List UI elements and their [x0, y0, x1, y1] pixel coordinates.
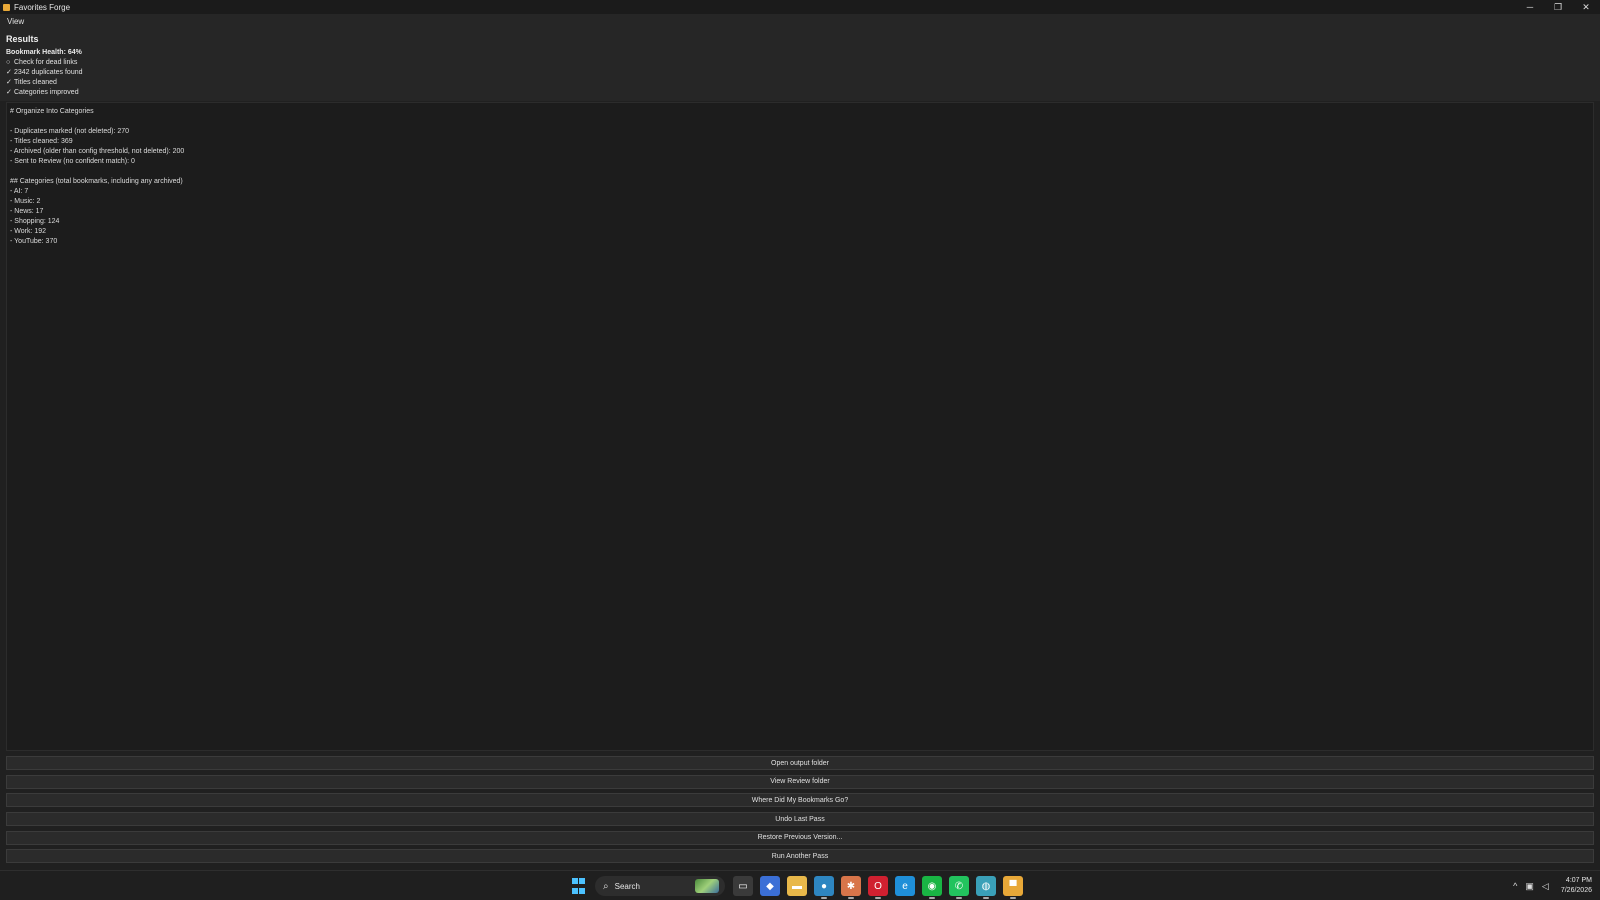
- report-line: - Music: 2: [10, 198, 41, 205]
- check-label: Titles cleaned: [14, 79, 57, 86]
- network-icon[interactable]: ▣: [1525, 881, 1534, 892]
- search-placeholder: Search: [614, 881, 640, 891]
- system-tray: ^ ▣ ◁ 4:07 PM 7/26/2026: [1513, 875, 1592, 897]
- results-summary: Results Bookmark Health: 64% ○ Check for…: [0, 28, 1600, 101]
- volume-icon[interactable]: ◁: [1542, 881, 1549, 892]
- title-bar: Favorites Forge ─ ❐ ✕: [0, 0, 1600, 14]
- window-controls: ─ ❐ ✕: [1516, 0, 1600, 14]
- report-line: - Archived (older than config threshold,…: [10, 148, 185, 155]
- close-button[interactable]: ✕: [1572, 0, 1600, 14]
- notes-app-icon[interactable]: ◆: [760, 876, 780, 896]
- search-icon: ⌕: [603, 880, 609, 892]
- bookmark-health: Bookmark Health: 64%: [6, 49, 82, 56]
- where-did-my-bookmarks-go-button[interactable]: Where Did My Bookmarks Go?: [6, 793, 1594, 808]
- search-highlight-image: [695, 879, 719, 893]
- circle-icon: ○: [6, 59, 11, 66]
- action-buttons: Open output folder View Review folder Wh…: [6, 756, 1594, 868]
- favorites-forge-taskbar-icon[interactable]: ▀: [1003, 876, 1023, 899]
- window-title: Favorites Forge: [14, 2, 71, 12]
- check-item: ✓ Titles cleaned: [6, 78, 1594, 88]
- report-line: - Sent to Review (no confident match): 0: [10, 158, 135, 165]
- menu-bar: View: [0, 14, 1600, 28]
- taskbar: ⌕ Search ▭ ◆ ▬ ● ✱ Oe ◉ ✆ ◍ ▀ ^ ▣ ◁ 4:07 PM 7/26/…: [0, 870, 1600, 900]
- clock[interactable]: 4:07 PM 7/26/2026: [1561, 876, 1592, 896]
- view-review-folder-button[interactable]: View Review folder: [6, 774, 1594, 789]
- check-item: ✓ Categories improved: [6, 88, 1594, 98]
- open-output-folder-button[interactable]: Open output folder: [6, 756, 1594, 770]
- report-line: ## Categories (total bookmarks, includin…: [10, 178, 183, 185]
- check-item: ○ Check for dead links: [6, 58, 1594, 68]
- taskbar-search[interactable]: ⌕ Search: [595, 876, 725, 896]
- run-another-pass-button[interactable]: Run Another Pass: [6, 849, 1594, 864]
- opera-icon[interactable]: O: [868, 876, 888, 899]
- results-title: Results: [6, 34, 39, 44]
- report-line: - YouTube: 370: [10, 238, 58, 245]
- restore-button[interactable]: ❐: [1544, 0, 1572, 14]
- file-explorer-icon[interactable]: ▬: [787, 876, 807, 896]
- report-line: - Duplicates marked (not deleted): 270: [10, 128, 130, 135]
- browser-app-icon[interactable]: ●: [814, 876, 834, 899]
- checkmark-icon: ✓: [6, 89, 12, 96]
- menu-view[interactable]: View: [7, 17, 24, 26]
- report-line: [10, 167, 1590, 177]
- report-line: - Shopping: 124: [10, 218, 60, 225]
- minimize-button[interactable]: ─: [1516, 0, 1544, 14]
- globe-app-icon[interactable]: ◍: [976, 876, 996, 899]
- checkmark-icon: ✓: [6, 69, 12, 76]
- whatsapp-icon[interactable]: ✆: [949, 876, 969, 899]
- claude-app-icon[interactable]: ✱: [841, 876, 861, 899]
- undo-last-pass-button[interactable]: Undo Last Pass: [6, 812, 1594, 827]
- report-line: - News: 17: [10, 208, 44, 215]
- chevron-up-icon[interactable]: ^: [1513, 881, 1517, 891]
- report-line: # Organize Into Categories: [10, 108, 94, 115]
- clock-time: 4:07 PM: [1565, 877, 1592, 884]
- report-line: [10, 117, 1590, 127]
- clock-date: 7/26/2026: [1560, 887, 1592, 894]
- report-text-area[interactable]: # Organize Into Categories - Duplicates …: [6, 102, 1594, 751]
- edge-icon[interactable]: e: [895, 876, 915, 896]
- check-label: Categories improved: [14, 89, 79, 96]
- check-item: ✓ 2342 duplicates found: [6, 68, 1594, 78]
- check-label: 2342 duplicates found: [14, 69, 83, 76]
- task-view-icon[interactable]: ▭: [733, 876, 753, 896]
- report-line: - AI: 7: [10, 188, 29, 195]
- line-app-icon[interactable]: ◉: [922, 876, 942, 899]
- taskbar-apps: ⌕ Search ▭ ◆ ▬ ● ✱ Oe ◉ ✆ ◍ ▀: [568, 875, 1030, 899]
- restore-previous-version-button[interactable]: Restore Previous Version...: [6, 830, 1594, 845]
- app-icon: [3, 3, 10, 11]
- check-label: Check for dead links: [14, 59, 78, 66]
- start-icon[interactable]: [568, 876, 588, 896]
- checkmark-icon: ✓: [6, 79, 12, 86]
- report-line: - Titles cleaned: 369: [10, 138, 73, 145]
- report-line: - Work: 192: [10, 228, 47, 235]
